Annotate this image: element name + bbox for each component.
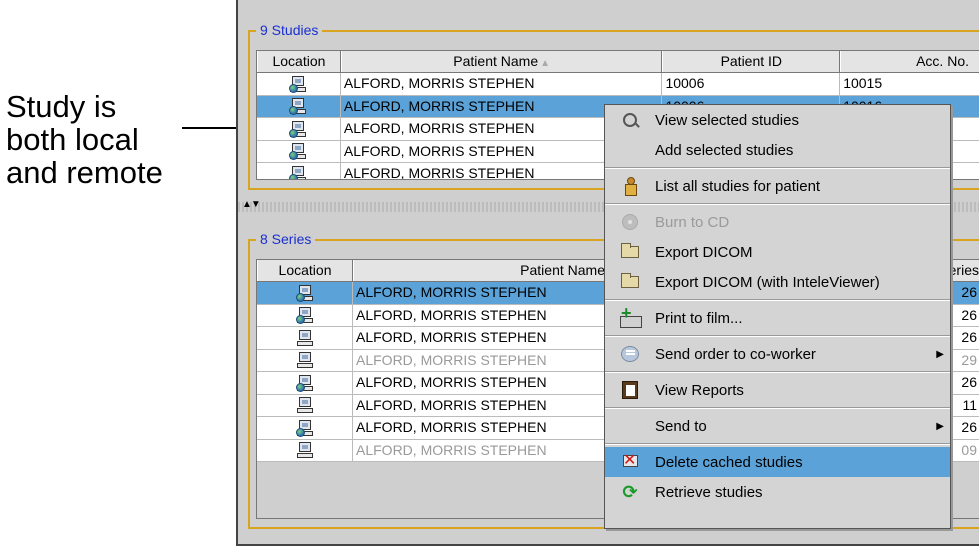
col-header-location[interactable]: Location: [257, 260, 354, 281]
menu-separator: [605, 203, 950, 205]
local-computer-icon: [296, 329, 314, 347]
local-remote-computer-icon: [289, 142, 307, 161]
menu-separator: [605, 299, 950, 301]
menu-item-send-order[interactable]: Send order to co-worker ▶: [605, 339, 950, 369]
local-remote-computer-icon: [289, 97, 307, 116]
menu-item-list-all-studies[interactable]: List all studies for patient: [605, 171, 950, 201]
submenu-arrow-icon: ▶: [936, 348, 944, 360]
splitter-arrows-icon[interactable]: ▲▼: [242, 199, 261, 210]
location-cell: [257, 163, 341, 179]
print-film-icon: [620, 303, 642, 328]
location-cell: [257, 118, 341, 140]
magnifier-icon: [623, 113, 637, 127]
col-header-patient-id[interactable]: Patient ID: [662, 51, 841, 72]
menu-item-export-dicom[interactable]: Export DICOM: [605, 237, 950, 267]
menu-separator: [605, 443, 950, 445]
local-computer-icon: [296, 441, 314, 459]
annotation-line-2: both local: [6, 122, 139, 157]
menu-separator: [605, 335, 950, 337]
col-header-patient-name[interactable]: Patient Name▲: [340, 51, 663, 72]
menu-item-add-selected-studies[interactable]: Add selected studies: [605, 135, 950, 165]
menu-item-send-to[interactable]: Send to ▶: [605, 411, 950, 441]
location-cell: [257, 95, 341, 117]
report-icon: [622, 381, 638, 399]
patient-id-cell: 10006: [662, 73, 841, 95]
speech-bubble-icon: [621, 346, 639, 362]
submenu-arrow-icon: ▶: [936, 420, 944, 432]
menu-item-retrieve-studies[interactable]: ⟳ Retrieve studies: [605, 477, 950, 507]
acc-no-cell: 10015: [840, 73, 979, 95]
refresh-icon: ⟳: [622, 482, 638, 502]
studies-table-header: Location Patient Name ▲ Patient ID Acc. N…: [257, 51, 979, 73]
cd-icon: [622, 214, 638, 230]
local-remote-computer-icon: [295, 374, 314, 392]
annotation-line-3: and remote: [6, 155, 163, 190]
location-cell: [257, 394, 353, 416]
menu-item-burn-to-cd: Burn to CD: [605, 207, 950, 237]
menu-item-view-reports[interactable]: View Reports: [605, 375, 950, 405]
location-cell: [257, 417, 353, 439]
local-remote-computer-icon: [295, 306, 314, 325]
sort-ascending-icon: ▲: [540, 58, 551, 69]
folder-icon: [621, 243, 639, 258]
patient-icon: [624, 177, 637, 196]
menu-separator: [605, 407, 950, 409]
menu-item-view-selected-studies[interactable]: View selected studies: [605, 105, 950, 135]
local-remote-computer-icon: [289, 165, 307, 179]
location-cell: [257, 140, 341, 162]
location-cell: [257, 349, 353, 371]
annotation-text: Study is both local and remote: [6, 90, 163, 189]
local-remote-computer-icon: [289, 75, 307, 93]
menu-item-delete-cached-studies[interactable]: Delete cached studies: [605, 447, 950, 477]
local-remote-computer-icon: [289, 120, 307, 138]
col-header-acc-no[interactable]: Acc. No.: [840, 51, 979, 72]
location-cell: [257, 372, 353, 394]
folder-icon: [621, 273, 639, 288]
local-computer-icon: [296, 396, 314, 414]
local-computer-icon: [296, 351, 314, 369]
menu-item-print-to-film[interactable]: Print to film...: [605, 303, 950, 333]
delete-cache-icon: [622, 450, 638, 470]
table-row[interactable]: ALFORD, MORRIS STEPHEN 10006 10015: [257, 73, 979, 96]
location-cell: [257, 327, 353, 349]
context-menu: View selected studies Add selected studi…: [604, 104, 951, 529]
local-remote-computer-icon: [295, 284, 314, 302]
location-cell: [257, 282, 353, 304]
application-window: 9 Studies Location Patient Name ▲ Patient…: [236, 0, 979, 546]
location-cell: [257, 304, 353, 326]
location-cell: [257, 439, 353, 461]
patient-name-cell: ALFORD, MORRIS STEPHEN: [341, 73, 663, 95]
col-header-location[interactable]: Location: [257, 51, 341, 72]
studies-panel-title: 9 Studies: [256, 21, 323, 39]
location-cell: [257, 73, 341, 95]
menu-item-export-dicom-inteleviewer[interactable]: Export DICOM (with InteleViewer): [605, 267, 950, 297]
annotation-line-1: Study is: [6, 89, 117, 124]
local-remote-computer-icon: [295, 419, 314, 437]
series-panel-title: 8 Series: [256, 230, 316, 248]
menu-separator: [605, 371, 950, 373]
menu-separator: [605, 167, 950, 169]
